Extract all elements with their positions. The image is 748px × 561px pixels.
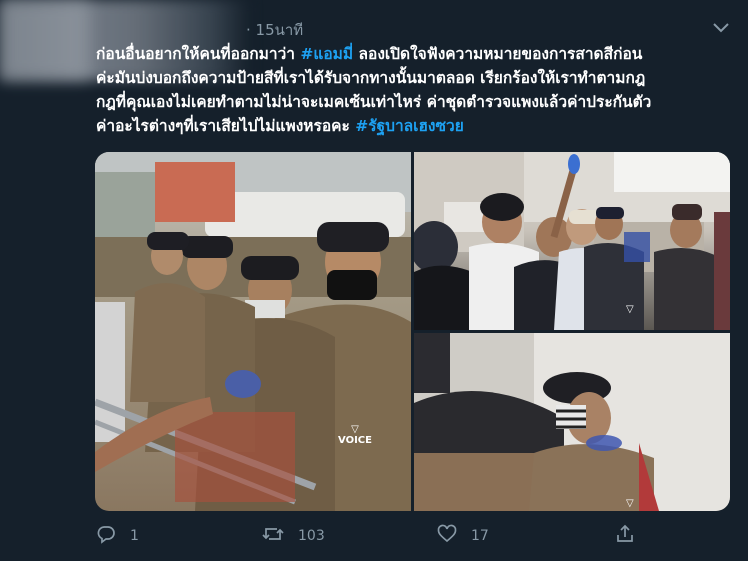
reply-button[interactable]: 1 xyxy=(96,524,139,548)
reply-count: 1 xyxy=(130,528,139,544)
reply-icon xyxy=(96,524,130,548)
tweet-text-line-2: ค่ะมันบ่งบอกถึงความป้ายสีที่เราได้รับจาก… xyxy=(96,69,646,87)
hashtag-link[interactable]: #รัฐบาลเฮงซวย xyxy=(355,117,464,135)
hashtag-link[interactable]: #แอมมี่ xyxy=(300,45,353,63)
watermark-voice: ▽ VOICE xyxy=(338,424,372,446)
watermark-v-icon: ▽ xyxy=(626,498,634,509)
retweet-count: 103 xyxy=(298,528,325,544)
photo-officer-closeup[interactable] xyxy=(414,333,730,511)
watermark-v-icon: ▽ xyxy=(626,304,634,315)
tweet-timestamp[interactable]: · 15นาที xyxy=(246,18,303,42)
tweet-card[interactable]: · 15นาที ก่อนอื่นอยากให้คนที่ออกมาว่า #แ… xyxy=(0,0,748,561)
like-count: 17 xyxy=(471,528,489,544)
tweet-text-line-3: กฎที่คุณเองไม่เคยทำตามไม่น่าจะเมคเซ้นเท่… xyxy=(96,93,652,111)
like-icon xyxy=(437,524,471,548)
retweet-icon xyxy=(262,524,298,548)
tweet-text: ก่อนอื่นอยากให้คนที่ออกมาว่า #แอมมี่ ลอง… xyxy=(96,42,736,138)
photo-crowd[interactable] xyxy=(414,152,730,330)
share-icon xyxy=(615,524,649,548)
retweet-button[interactable]: 103 xyxy=(262,524,325,548)
avatar[interactable] xyxy=(0,0,90,80)
tweet-actions-bar: 1 103 17 xyxy=(0,524,748,550)
media-grid: ▽ VOICE ▽ ▽ xyxy=(95,152,730,511)
chevron-down-icon[interactable] xyxy=(712,20,730,34)
photo-police-barricade[interactable] xyxy=(95,152,411,511)
tweet-text-line-4: ค่าอะไรต่างๆที่เราเสียไปไม่แพงหรอคะ #รัฐ… xyxy=(96,117,464,135)
like-button[interactable]: 17 xyxy=(437,524,489,548)
share-button[interactable] xyxy=(615,524,649,548)
watermark-logo-icon: ▽ xyxy=(351,424,359,435)
tweet-text-line-1: ก่อนอื่นอยากให้คนที่ออกมาว่า #แอมมี่ ลอง… xyxy=(96,45,643,63)
